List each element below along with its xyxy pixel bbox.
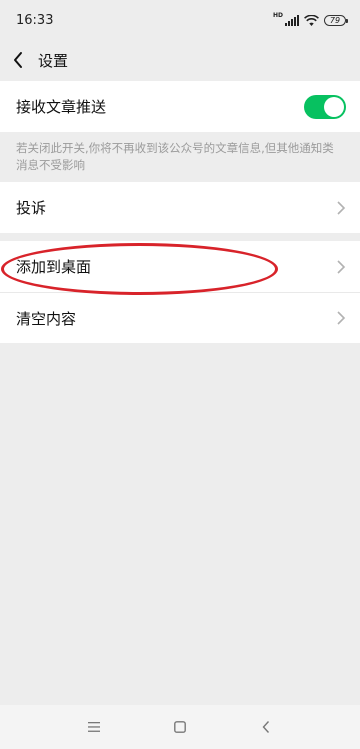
push-settings-card: 接收文章推送 [0, 81, 360, 132]
push-hint-text: 若关闭此开关,你将不再收到该公众号的文章信息,但其他通知类消息不受影响 [16, 141, 334, 172]
chevron-right-icon [337, 200, 346, 215]
status-icons: HD 79 [272, 12, 348, 26]
system-home-button[interactable] [168, 715, 192, 739]
actions-card: 添加到桌面 清空内容 [0, 241, 360, 343]
back-chevron-icon [14, 52, 22, 68]
page-title: 设置 [38, 51, 69, 70]
push-setting-label: 接收文章推送 [16, 98, 107, 116]
add-to-desktop-row[interactable]: 添加到桌面 [0, 241, 360, 292]
back-triangle-icon [262, 721, 270, 733]
chevron-right-icon [337, 311, 346, 325]
back-button[interactable] [12, 48, 32, 72]
menu-icon [88, 722, 100, 732]
battery-icon: 79 [324, 14, 348, 26]
system-nav-bar [0, 705, 360, 749]
battery-level: 79 [329, 15, 341, 25]
complaint-row[interactable]: 投诉 [0, 182, 360, 233]
complaint-label: 投诉 [16, 199, 47, 217]
status-bar: 16:33 HD 79 [0, 0, 360, 40]
clear-content-row[interactable]: 清空内容 [0, 292, 360, 343]
header: 设置 [0, 40, 360, 80]
status-time: 16:33 [16, 12, 54, 28]
home-square-icon [174, 721, 186, 733]
add-to-desktop-label: 添加到桌面 [16, 258, 92, 276]
system-menu-button[interactable] [82, 715, 106, 739]
network-type-label: HD [272, 12, 283, 19]
clear-content-label: 清空内容 [16, 309, 77, 328]
toggle-knob [324, 96, 344, 117]
system-back-button[interactable] [254, 715, 278, 739]
complaint-card: 投诉 [0, 182, 360, 233]
chevron-right-icon [337, 259, 346, 274]
signal-icon [285, 14, 299, 26]
wifi-icon [304, 14, 319, 26]
push-toggle[interactable] [304, 94, 346, 119]
push-setting-row: 接收文章推送 [0, 81, 360, 132]
